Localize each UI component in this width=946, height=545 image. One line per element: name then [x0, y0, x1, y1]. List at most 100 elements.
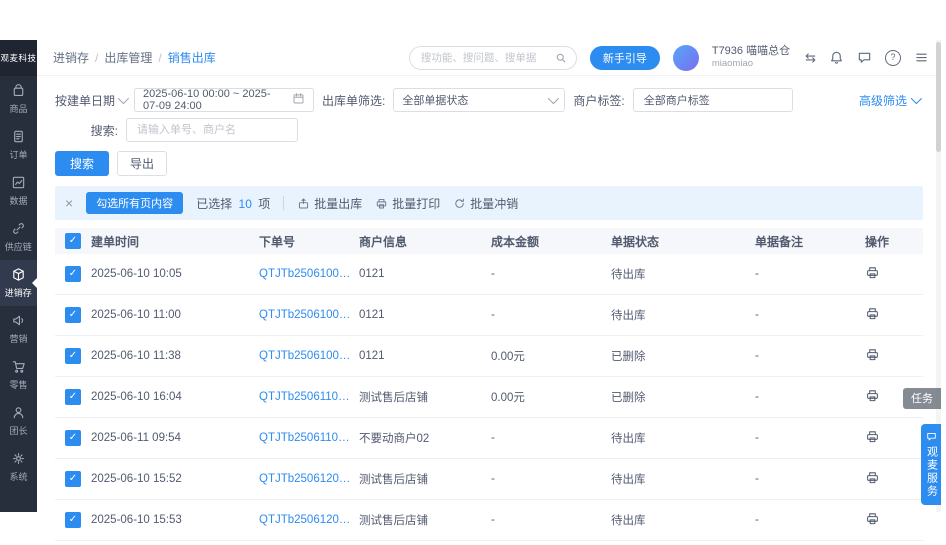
order-link[interactable]: QTJTb2506110001 [259, 391, 359, 403]
service-tab[interactable]: 观麦服务 [921, 424, 941, 505]
order-icon [11, 129, 26, 149]
chevron-down-icon [548, 93, 559, 104]
cell-status: 待出库 [611, 266, 755, 282]
col-order-no: 下单号 [259, 233, 359, 250]
breadcrumb-item[interactable]: 出库管理 [104, 49, 152, 66]
cell-create-time: 2025-06-10 16:04 [91, 391, 259, 403]
cell-create-time: 2025-06-10 15:52 [91, 473, 259, 485]
merchant-tag-field[interactable] [642, 93, 784, 107]
search-button[interactable]: 搜索 [55, 151, 109, 176]
calendar-icon [292, 92, 305, 108]
status-filter-label: 出库单筛选: [322, 92, 385, 109]
global-search-input[interactable] [419, 51, 549, 65]
row-print-icon[interactable] [865, 265, 880, 280]
row-print-icon[interactable] [865, 388, 880, 403]
status-select[interactable]: 全部单据状态 [393, 88, 565, 112]
menu-icon[interactable] [914, 50, 929, 65]
chevron-down-icon [911, 93, 922, 104]
cell-create-time: 2025-06-11 09:54 [91, 432, 259, 444]
row-print-icon[interactable] [865, 511, 880, 526]
notification-icon[interactable] [829, 50, 844, 65]
sidebar-item-orders[interactable]: 订单 [0, 122, 37, 168]
keyword-search-box[interactable] [126, 118, 298, 142]
help-icon[interactable]: ? [885, 50, 901, 66]
row-checkbox[interactable] [65, 389, 81, 405]
batch-outbound-button[interactable]: 批量出库 [297, 195, 362, 212]
keyword-search-input[interactable] [135, 123, 289, 137]
export-button[interactable]: 导出 [117, 151, 167, 176]
row-print-icon[interactable] [865, 429, 880, 444]
row-print-icon[interactable] [865, 347, 880, 362]
cell-remark: - [755, 268, 865, 280]
switch-icon[interactable]: ⇆ [805, 50, 816, 66]
keyword-search-label: 搜索: [55, 122, 118, 139]
sidebar-item-retail[interactable]: 零售 [0, 352, 37, 398]
table-row: 2025-06-10 11:38 QTJTb2506100008 0121 0.… [55, 336, 923, 377]
orders-table: 建单时间 下单号 商户信息 成本金额 单据状态 单据备注 操作 2025-06-… [55, 228, 923, 541]
app-window: 观麦科技 商品 订单 数据 供应链 进销存 营销 零售 [0, 40, 941, 512]
sidebar-item-marketing[interactable]: 营销 [0, 306, 37, 352]
cell-merchant: 测试售后店铺 [359, 471, 491, 487]
cell-remark: - [755, 514, 865, 526]
print-icon [375, 197, 388, 210]
sidebar-item-leader[interactable]: 团长 [0, 398, 37, 444]
inventory-icon [11, 267, 26, 287]
cell-status: 已删除 [611, 389, 755, 405]
row-checkbox[interactable] [65, 471, 81, 487]
scrollbar-thumb[interactable] [936, 42, 941, 152]
cell-merchant: 测试售后店铺 [359, 389, 491, 405]
table-row: 2025-06-10 15:52 QTJTb2506120001 测试售后店铺 … [55, 459, 923, 500]
batch-reverse-button[interactable]: 批量冲销 [453, 195, 518, 212]
order-link[interactable]: QTJTb2506100008 [259, 350, 359, 362]
date-range-input[interactable]: 2025-06-10 00:00 ~ 2025-07-09 24:00 [134, 88, 314, 112]
sidebar-item-label: 商品 [9, 105, 27, 114]
order-link[interactable]: QTJTb2506100005 [259, 268, 359, 280]
global-search[interactable] [409, 46, 577, 70]
col-merchant: 商户信息 [359, 233, 491, 250]
selected-suffix: 项 [258, 197, 270, 211]
message-icon[interactable] [857, 50, 872, 65]
order-link[interactable]: QTJTb2506120002 [259, 514, 359, 526]
row-print-icon[interactable] [865, 306, 880, 321]
main-content: 按建单日期 2025-06-10 00:00 ~ 2025-07-09 24:0… [37, 76, 941, 512]
close-icon[interactable]: × [65, 196, 73, 210]
task-tab[interactable]: 任务 [903, 388, 941, 409]
cell-remark: - [755, 391, 865, 403]
advanced-filter-link[interactable]: 高级筛选 [859, 92, 919, 109]
cell-merchant: 0121 [359, 309, 491, 321]
row-checkbox[interactable] [65, 430, 81, 446]
sidebar-item-supply-chain[interactable]: 供应链 [0, 214, 37, 260]
batch-print-button[interactable]: 批量打印 [375, 195, 440, 212]
select-all-pages-button[interactable]: 勾选所有页内容 [86, 192, 183, 214]
sidebar-item-inventory[interactable]: 进销存 [0, 260, 37, 306]
avatar[interactable] [673, 45, 699, 71]
search-icon [555, 52, 567, 64]
outbound-icon [297, 197, 310, 210]
row-checkbox[interactable] [65, 266, 81, 282]
cell-create-time: 2025-06-10 11:38 [91, 350, 259, 362]
order-link[interactable]: QTJTb2506120001 [259, 473, 359, 485]
row-print-icon[interactable] [865, 470, 880, 485]
sidebar-item-system[interactable]: 系统 [0, 444, 37, 490]
col-status: 单据状态 [611, 233, 755, 250]
batch-reverse-label: 批量冲销 [470, 195, 518, 212]
leader-icon [11, 405, 26, 425]
merchant-tag-input[interactable] [633, 88, 793, 112]
col-remark: 单据备注 [755, 233, 865, 250]
order-link[interactable]: QTJTb2506110004 [259, 432, 359, 444]
row-checkbox[interactable] [65, 307, 81, 323]
sidebar-item-data[interactable]: 数据 [0, 168, 37, 214]
user-info[interactable]: T7936 喵喵总仓 miaomiao [712, 45, 790, 71]
breadcrumb-item[interactable]: 进销存 [53, 49, 89, 66]
sidebar: 观麦科技 商品 订单 数据 供应链 进销存 营销 零售 [0, 40, 37, 512]
order-link[interactable]: QTJTb2506100006 [259, 309, 359, 321]
sidebar-item-goods[interactable]: 商品 [0, 76, 37, 122]
reverse-icon [453, 197, 466, 210]
topbar: 进销存 / 出库管理 / 销售出库 新手引导 T7936 喵喵总仓 miaomi… [37, 40, 941, 76]
select-all-checkbox[interactable] [65, 233, 81, 249]
row-checkbox[interactable] [65, 512, 81, 528]
date-filter-type-dropdown[interactable]: 按建单日期 [55, 92, 126, 109]
breadcrumb-separator: / [95, 51, 98, 65]
row-checkbox[interactable] [65, 348, 81, 364]
guide-button[interactable]: 新手引导 [590, 46, 660, 70]
